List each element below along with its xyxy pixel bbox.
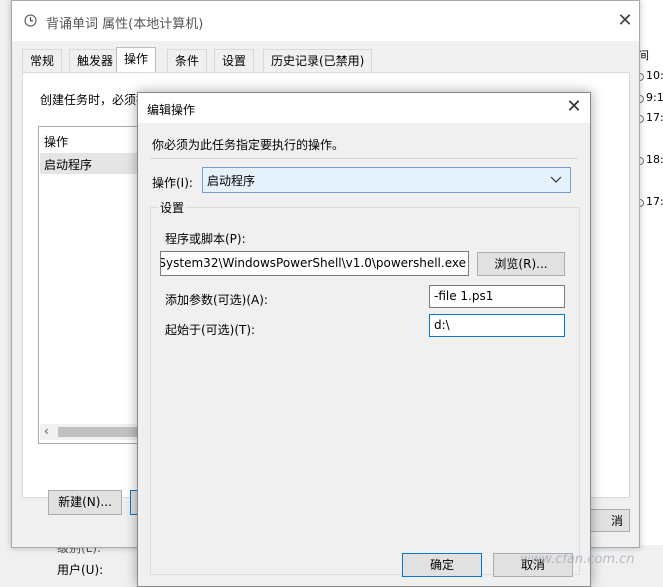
task-time: 17:: [646, 111, 663, 124]
tab-triggers[interactable]: 触发器: [69, 49, 122, 72]
edit-action-dialog: 编辑操作 ✕ 你必须为此任务指定要执行的操作。 操作(I): 启动程序 设置 程…: [137, 92, 591, 587]
tab-general[interactable]: 常规: [22, 49, 63, 72]
instruction-text: 你必须为此任务指定要执行的操作。: [152, 138, 345, 152]
program-input[interactable]: \System32\WindowsPowerShell\v1.0\powersh…: [160, 251, 469, 276]
task-time: 10:: [646, 69, 663, 82]
start-in-input-value: d:\: [434, 318, 450, 332]
chevron-down-icon: [550, 176, 562, 183]
task-time: 17:: [646, 195, 663, 208]
program-label: 程序或脚本(P):: [165, 232, 246, 246]
dialog-body: 你必须为此任务指定要执行的操作。 操作(I): 启动程序 设置 程序或脚本(P)…: [138, 123, 590, 586]
start-in-label: 起始于(可选)(T):: [165, 323, 256, 337]
tab-conditions[interactable]: 条件: [167, 49, 208, 72]
settings-legend: 设置: [158, 199, 187, 216]
action-label: 操作(I):: [152, 176, 193, 190]
clock-icon: [24, 14, 37, 27]
new-action-button[interactable]: 新建(N)...: [48, 490, 122, 515]
dialog-title: 编辑操作: [147, 103, 196, 117]
window-title: 背诵单词 属性(本地计算机): [46, 17, 204, 32]
arguments-label: 添加参数(可选)(A):: [165, 293, 268, 307]
task-time: 9:1: [646, 91, 663, 104]
ok-button[interactable]: 确定: [402, 553, 482, 577]
arguments-input-value: -file 1.ps1: [434, 289, 494, 303]
scroll-left-icon[interactable]: ‹: [44, 424, 49, 438]
action-select[interactable]: 启动程序: [202, 167, 571, 193]
divider: [150, 158, 578, 159]
close-icon[interactable]: ✕: [564, 97, 584, 117]
tab-actions[interactable]: 操作: [116, 47, 157, 73]
browse-button[interactable]: 浏览(R)...: [477, 252, 565, 276]
title-bar: 背诵单词 属性(本地计算机) ✕: [12, 1, 639, 41]
list-column-header[interactable]: 操作: [44, 133, 68, 150]
user-label: 用户(U):: [57, 563, 104, 577]
start-in-input[interactable]: d:\: [429, 314, 565, 337]
action-select-value: 启动程序: [207, 174, 256, 188]
task-time: 18:: [646, 153, 663, 166]
arguments-input[interactable]: -file 1.ps1: [429, 285, 565, 308]
close-icon[interactable]: ✕: [615, 11, 635, 31]
tab-history[interactable]: 历史记录(已禁用): [263, 49, 373, 72]
program-input-value: \System32\WindowsPowerShell\v1.0\powersh…: [160, 256, 466, 270]
watermark: www.cfan.com.cn: [520, 552, 635, 567]
list-item-label: 启动程序: [44, 158, 93, 172]
tab-settings[interactable]: 设置: [214, 49, 255, 72]
dialog-title-bar: 编辑操作 ✕: [138, 93, 590, 123]
